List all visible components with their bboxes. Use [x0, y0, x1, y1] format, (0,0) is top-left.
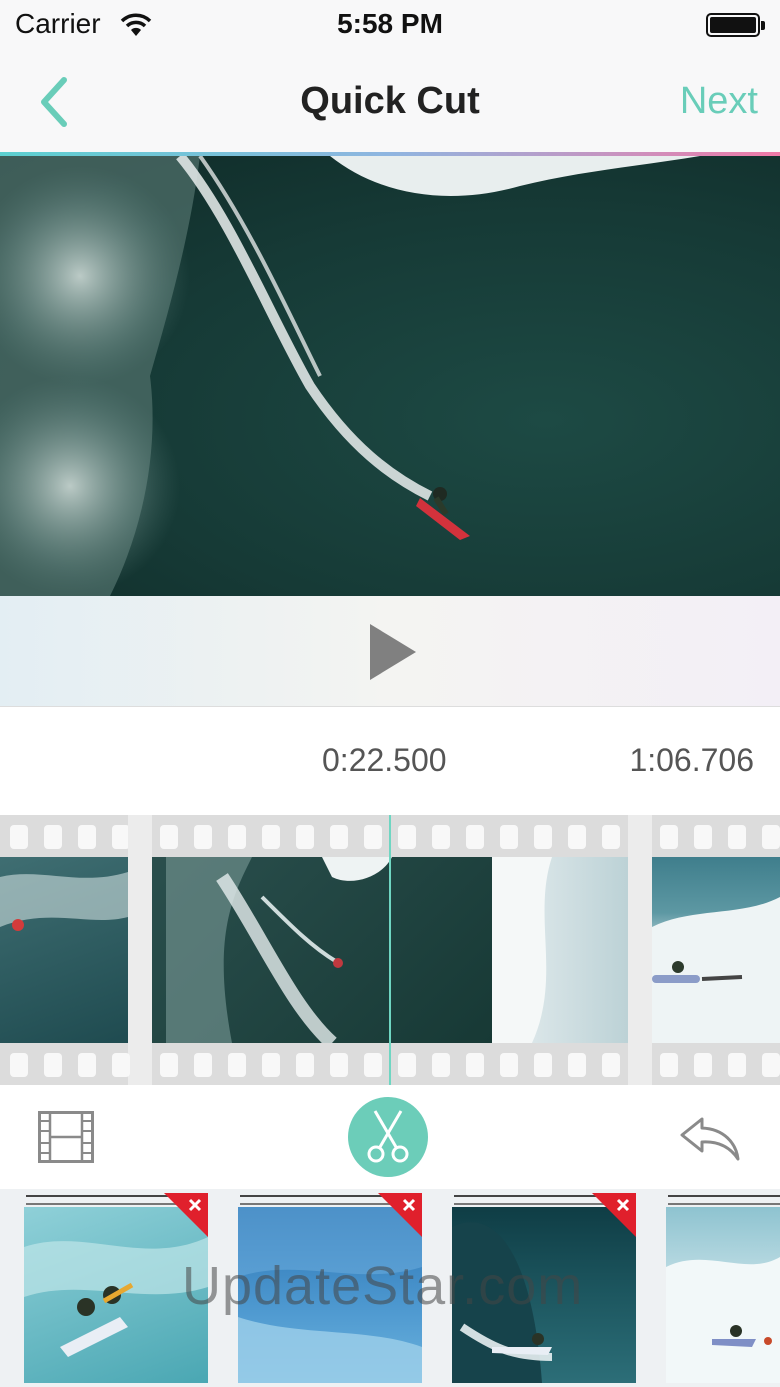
- clip-frame: [492, 857, 628, 1043]
- clip-thumbnail[interactable]: [666, 1207, 780, 1383]
- film-strip-icon[interactable]: [38, 1111, 94, 1163]
- status-time: 5:58 PM: [337, 8, 443, 39]
- nav-bar: Quick Cut Next: [0, 52, 780, 152]
- current-time: 0:22.500: [322, 742, 447, 778]
- stack-lines: [668, 1195, 780, 1205]
- surf-video-frame: [0, 156, 700, 596]
- next-button[interactable]: Next: [680, 80, 758, 123]
- undo-icon[interactable]: [678, 1113, 742, 1163]
- timeline-filmstrip[interactable]: [0, 815, 780, 1085]
- delete-icon[interactable]: [592, 1193, 636, 1237]
- battery-icon: [706, 13, 765, 37]
- status-bar: Carrier 5:58 PM: [0, 0, 780, 52]
- page-title: Quick Cut: [300, 80, 480, 122]
- playhead[interactable]: [389, 815, 391, 1085]
- play-icon[interactable]: [368, 624, 418, 680]
- cut-button[interactable]: [348, 1097, 428, 1177]
- clip-frame: [0, 857, 128, 1043]
- clip-frame: [152, 857, 492, 1043]
- delete-icon[interactable]: [164, 1193, 208, 1237]
- edit-toolbar: [0, 1085, 780, 1190]
- total-time: 1:06.706: [629, 742, 754, 778]
- player-controls: [0, 596, 780, 707]
- watermark: UpdateStar.com: [182, 1256, 584, 1316]
- clip-frame: [652, 857, 780, 1043]
- scissors-icon: [367, 1110, 409, 1163]
- video-preview[interactable]: [0, 156, 780, 596]
- delete-icon[interactable]: [378, 1193, 422, 1237]
